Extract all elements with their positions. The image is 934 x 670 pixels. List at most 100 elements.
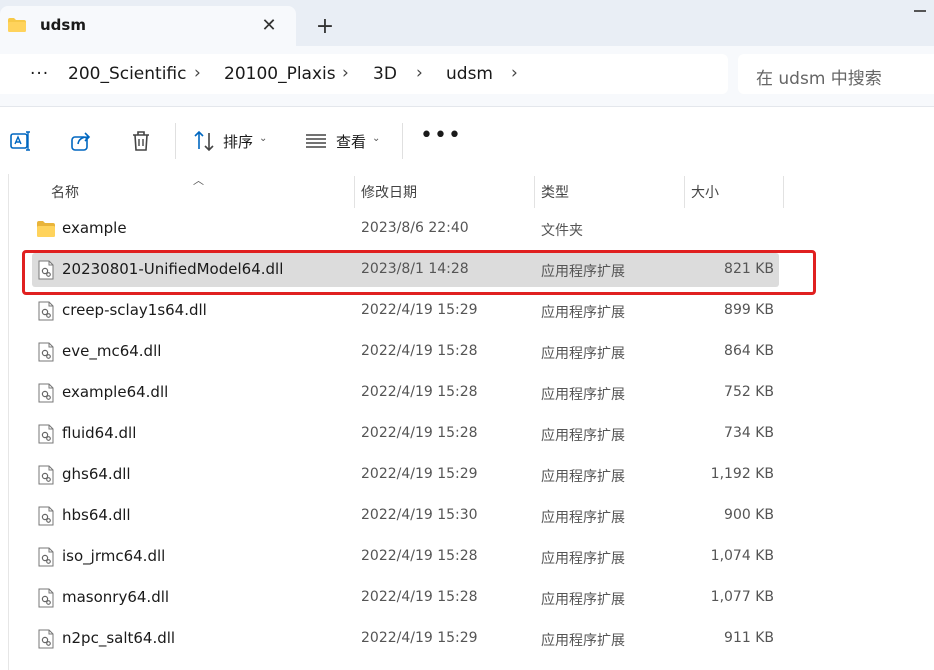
dll-file-icon <box>38 342 54 362</box>
chevron-right-icon[interactable]: › <box>342 63 349 83</box>
file-size: 899 KB <box>724 302 774 318</box>
file-name: eve_mc64.dll <box>62 342 162 360</box>
file-name: masonry64.dll <box>62 588 170 606</box>
chevron-down-icon: ⌄ <box>259 133 268 144</box>
file-type: 应用程序扩展 <box>541 592 625 608</box>
file-date: 2023/8/6 22:40 <box>361 220 469 236</box>
toolbar-divider <box>175 123 176 159</box>
address-row: › ··· 200_Scientific › 20100_Plaxis › 3D… <box>0 46 934 106</box>
breadcrumb-item[interactable]: 3D <box>373 64 397 84</box>
column-resize-handle[interactable] <box>534 176 535 208</box>
file-type: 应用程序扩展 <box>541 387 625 403</box>
dll-file-icon <box>38 424 54 444</box>
rename-icon[interactable] <box>9 129 33 153</box>
search-placeholder: 在 udsm 中搜索 <box>756 69 882 89</box>
share-icon[interactable] <box>69 129 93 153</box>
file-name: fluid64.dll <box>62 424 137 442</box>
file-date: 2022/4/19 15:29 <box>361 302 478 318</box>
file-size: 752 KB <box>724 384 774 400</box>
file-type: 应用程序扩展 <box>541 305 625 321</box>
tab-udsm[interactable]: udsm ✕ <box>0 6 296 46</box>
file-date: 2022/4/19 15:28 <box>361 425 478 441</box>
file-size: 911 KB <box>724 630 774 646</box>
column-resize-handle[interactable] <box>684 176 685 208</box>
file-date: 2022/4/19 15:28 <box>361 343 478 359</box>
file-name: hbs64.dll <box>62 506 131 524</box>
column-header-type[interactable]: 类型 <box>541 182 569 202</box>
file-name: ghs64.dll <box>62 465 131 483</box>
file-name: example <box>62 219 127 237</box>
dll-file-icon <box>38 629 54 649</box>
trash-icon[interactable] <box>129 129 153 153</box>
chevron-right-icon[interactable]: › <box>194 63 201 83</box>
file-size: 1,192 KB <box>710 466 774 482</box>
list-item[interactable]: masonry64.dll 2022/4/19 15:28 应用程序扩展 1,077 … <box>32 581 779 615</box>
list-item[interactable]: hbs64.dll 2022/4/19 15:30 应用程序扩展 900 KB <box>32 499 779 533</box>
dll-file-icon <box>38 465 54 485</box>
file-type: 文件夹 <box>541 223 583 239</box>
sort-ascending-icon: ︿ <box>193 174 204 187</box>
list-item[interactable]: example64.dll 2022/4/19 15:28 应用程序扩展 752 KB <box>32 376 779 410</box>
file-date: 2022/4/19 15:28 <box>361 589 478 605</box>
dll-file-icon <box>38 383 54 403</box>
breadcrumb-item[interactable]: 200_Scientific <box>68 64 187 84</box>
breadcrumb-item[interactable]: 20100_Plaxis <box>224 64 336 84</box>
file-type: 应用程序扩展 <box>541 633 625 649</box>
sort-icon[interactable] <box>192 129 216 153</box>
list-item[interactable]: eve_mc64.dll 2022/4/19 15:28 应用程序扩展 864 KB <box>32 335 779 369</box>
column-resize-handle[interactable] <box>783 176 784 208</box>
file-size: 734 KB <box>724 425 774 441</box>
folder-icon <box>8 18 26 32</box>
column-resize-handle[interactable] <box>354 176 355 208</box>
chevron-down-icon: ⌄ <box>372 133 381 144</box>
list-item[interactable]: n2pc_salt64.dll 2022/4/19 15:29 应用程序扩展 911 … <box>32 622 779 656</box>
file-explorer-window: udsm ✕ + › ··· 200_Scientific › 20100_Pl… <box>0 0 934 670</box>
tab-title: udsm <box>40 16 86 34</box>
list-item[interactable]: example 2023/8/6 22:40 文件夹 <box>32 212 779 246</box>
file-date: 2022/4/19 15:29 <box>361 630 478 646</box>
breadcrumb-overflow[interactable]: ··· <box>30 64 49 84</box>
folder-icon <box>37 221 55 237</box>
dll-file-icon <box>38 547 54 567</box>
file-name: iso_jrmc64.dll <box>62 547 166 565</box>
breadcrumb-current[interactable]: udsm <box>446 64 493 84</box>
column-header-date[interactable]: 修改日期 <box>361 182 417 202</box>
close-icon[interactable]: ✕ <box>258 15 280 37</box>
dll-file-icon <box>38 588 54 608</box>
file-date: 2022/4/19 15:29 <box>361 466 478 482</box>
file-name: example64.dll <box>62 383 169 401</box>
file-size: 900 KB <box>724 507 774 523</box>
list-item[interactable]: creep-sclay1s64.dll 2022/4/19 15:29 应用程序扩展… <box>32 294 779 328</box>
column-header-name[interactable]: 名称 <box>51 182 79 202</box>
chevron-right-icon[interactable]: › <box>511 63 518 83</box>
file-name: creep-sclay1s64.dll <box>62 301 207 319</box>
file-date: 2022/4/19 15:30 <box>361 507 478 523</box>
new-tab-button[interactable]: + <box>312 14 338 40</box>
address-bar[interactable]: ··· 200_Scientific › 20100_Plaxis › 3D ›… <box>0 54 728 94</box>
pane-divider <box>8 174 9 670</box>
file-type: 应用程序扩展 <box>541 551 625 567</box>
list-item[interactable]: ghs64.dll 2022/4/19 15:29 应用程序扩展 1,192 KB <box>32 458 779 492</box>
list-item[interactable]: fluid64.dll 2022/4/19 15:28 应用程序扩展 734 KB <box>32 417 779 451</box>
more-options-button[interactable]: ••• <box>420 123 462 148</box>
file-type: 应用程序扩展 <box>541 469 625 485</box>
file-size: 1,077 KB <box>710 589 774 605</box>
minimize-icon[interactable] <box>914 10 926 12</box>
file-type: 应用程序扩展 <box>541 346 625 362</box>
view-button[interactable]: 查看 <box>336 131 366 152</box>
file-type: 应用程序扩展 <box>541 428 625 444</box>
search-input[interactable]: 在 udsm 中搜索 <box>738 54 934 94</box>
chevron-right-icon[interactable]: › <box>416 63 423 83</box>
column-header-row: ︿ 名称 修改日期 类型 大小 <box>0 174 934 208</box>
sort-button[interactable]: 排序 <box>223 131 253 152</box>
file-size: 1,074 KB <box>710 548 774 564</box>
file-name: n2pc_salt64.dll <box>62 629 176 647</box>
list-item[interactable]: iso_jrmc64.dll 2022/4/19 15:28 应用程序扩展 1,074… <box>32 540 779 574</box>
file-type: 应用程序扩展 <box>541 510 625 526</box>
dll-file-icon <box>38 301 54 321</box>
file-date: 2022/4/19 15:28 <box>361 548 478 564</box>
view-icon[interactable] <box>304 129 328 153</box>
file-date: 2022/4/19 15:28 <box>361 384 478 400</box>
file-size: 864 KB <box>724 343 774 359</box>
column-header-size[interactable]: 大小 <box>691 182 719 202</box>
